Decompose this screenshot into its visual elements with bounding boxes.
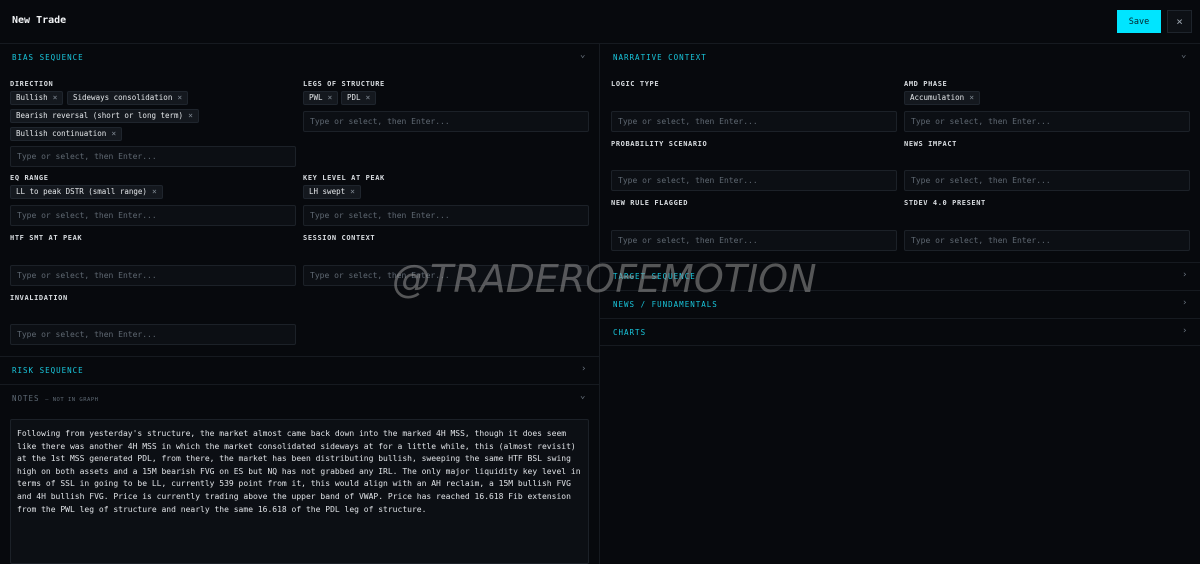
column-divider (599, 44, 600, 564)
stdev-input[interactable] (904, 230, 1190, 251)
amd-phase-label: AMD PHASE (904, 80, 948, 88)
chevron-right-icon[interactable]: › (1182, 326, 1187, 336)
top-bar: New Trade Save × (0, 0, 1200, 44)
notes-header[interactable]: NOTES — NOT IN GRAPH (12, 394, 98, 403)
notes-textarea[interactable]: Following from yesterday's structure, th… (10, 419, 589, 564)
chevron-right-icon[interactable]: › (1182, 270, 1187, 280)
close-icon: × (1176, 15, 1183, 28)
divider (0, 384, 599, 385)
bias-sequence-header[interactable]: BIAS SEQUENCE (12, 53, 84, 62)
divider (600, 262, 1200, 263)
stdev-label: STDEV 4.0 PRESENT (904, 199, 986, 207)
tag-direction: Sideways consolidation × (67, 91, 189, 105)
logic-type-input[interactable] (611, 111, 897, 132)
divider (0, 356, 599, 357)
notes-subtitle: — NOT IN GRAPH (45, 397, 99, 403)
eq-range-label: EQ RANGE (10, 174, 49, 182)
remove-tag-icon[interactable]: × (177, 93, 182, 102)
divider (600, 290, 1200, 291)
tag-direction: Bullish × (10, 91, 64, 105)
target-sequence-header[interactable]: TARGET SEQUENCE (613, 272, 696, 281)
remove-tag-icon[interactable]: × (152, 187, 157, 196)
probability-scenario-input[interactable] (611, 170, 897, 191)
divider (600, 345, 1200, 346)
session-context-input[interactable] (303, 265, 589, 286)
legs-of-structure-input[interactable] (303, 111, 589, 132)
chevron-right-icon[interactable]: › (581, 364, 586, 374)
chevron-down-icon[interactable]: ⌄ (1181, 50, 1186, 60)
logic-type-label: LOGIC TYPE (611, 80, 660, 88)
tag-eq-range: LL to peak DSTR (small range) × (10, 185, 163, 199)
risk-sequence-header[interactable]: RISK SEQUENCE (12, 366, 84, 375)
page-title: New Trade (12, 15, 67, 26)
tag-amd-phase: Accumulation × (904, 91, 981, 105)
invalidation-label: INVALIDATION (10, 294, 68, 302)
key-level-input[interactable] (303, 205, 589, 226)
tag-key-level: LH swept × (303, 185, 361, 199)
tag-direction: Bearish reversal (short or long term) × (10, 109, 199, 123)
chevron-down-icon[interactable]: ⌄ (580, 391, 585, 401)
remove-tag-icon[interactable]: × (350, 187, 355, 196)
eq-range-input[interactable] (10, 205, 296, 226)
charts-header[interactable]: CHARTS (613, 328, 646, 337)
remove-tag-icon[interactable]: × (111, 129, 116, 138)
probability-scenario-label: PROBABILITY SCENARIO (611, 140, 708, 148)
direction-label: DIRECTION (10, 80, 54, 88)
invalidation-input[interactable] (10, 324, 296, 345)
save-button[interactable]: Save (1117, 10, 1161, 33)
tag-direction: Bullish continuation × (10, 127, 123, 141)
narrative-context-header[interactable]: NARRATIVE CONTEXT (613, 53, 707, 62)
divider (600, 318, 1200, 319)
remove-tag-icon[interactable]: × (188, 111, 193, 120)
news-impact-input[interactable] (904, 170, 1190, 191)
htf-smt-input[interactable] (10, 265, 296, 286)
amd-phase-input[interactable] (904, 111, 1190, 132)
key-level-label: KEY LEVEL AT PEAK (303, 174, 385, 182)
direction-input[interactable] (10, 146, 296, 167)
remove-tag-icon[interactable]: × (53, 93, 58, 102)
remove-tag-icon[interactable]: × (969, 93, 974, 102)
htf-smt-label: HTF SMT AT PEAK (10, 234, 83, 242)
remove-tag-icon[interactable]: × (366, 93, 371, 102)
remove-tag-icon[interactable]: × (328, 93, 333, 102)
news-impact-label: NEWS IMPACT (904, 140, 957, 148)
tag-legs: PWL × (303, 91, 339, 105)
chevron-right-icon[interactable]: › (1182, 298, 1187, 308)
session-context-label: SESSION CONTEXT (303, 234, 376, 242)
new-rule-input[interactable] (611, 230, 897, 251)
legs-of-structure-label: LEGS OF STRUCTURE (303, 80, 385, 88)
chevron-down-icon[interactable]: ⌄ (580, 50, 585, 60)
close-button[interactable]: × (1167, 10, 1192, 33)
news-fundamentals-header[interactable]: NEWS / FUNDAMENTALS (613, 300, 718, 309)
new-rule-label: NEW RULE FLAGGED (611, 199, 689, 207)
tag-legs: PDL × (341, 91, 377, 105)
